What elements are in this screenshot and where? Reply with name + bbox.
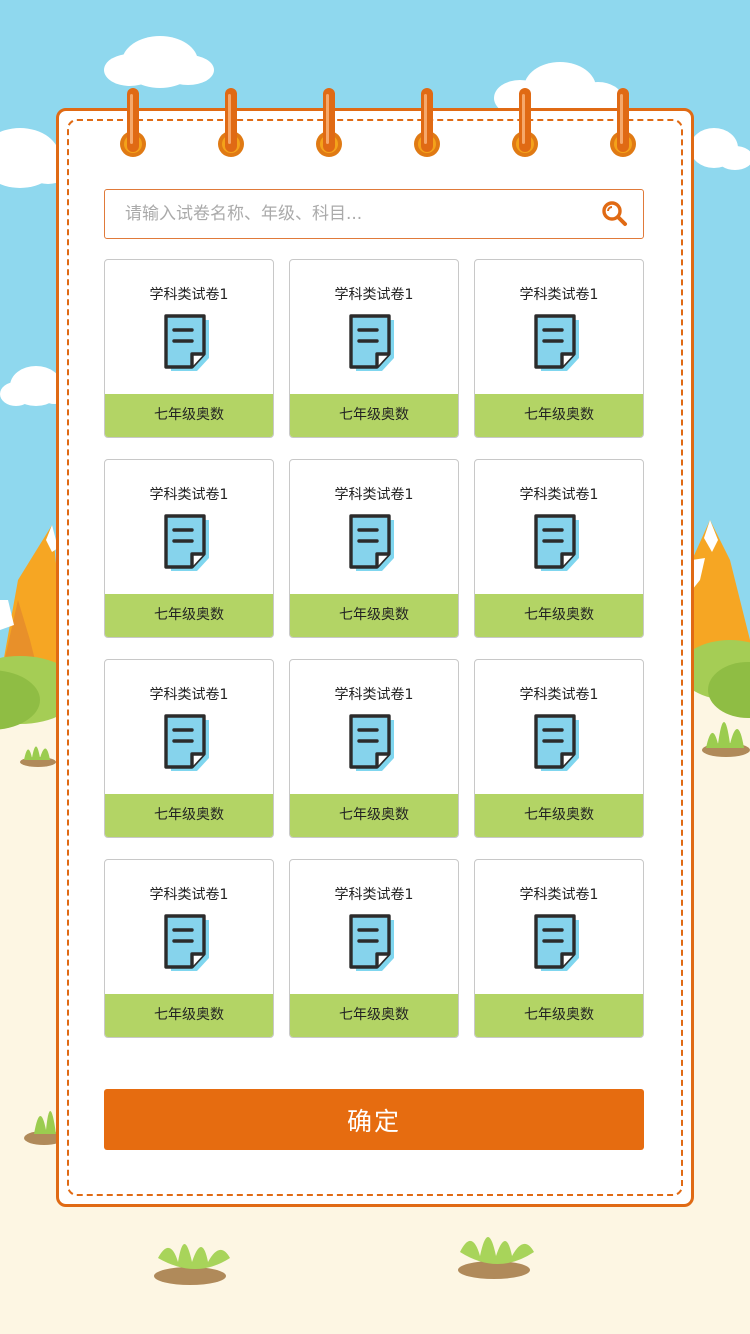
spiral-ring-icon [412, 88, 442, 162]
document-icon [534, 914, 579, 971]
paper-card[interactable]: 学科类试卷1 七年级奥数 [104, 459, 274, 638]
paper-grade: 七年级奥数 [105, 394, 273, 437]
paper-grade: 七年级奥数 [290, 994, 458, 1037]
paper-card[interactable]: 学科类试卷1 七年级奥数 [104, 259, 274, 438]
search-bar [104, 189, 644, 239]
document-icon [164, 714, 209, 771]
paper-title: 学科类试卷1 [334, 287, 414, 303]
paper-card[interactable]: 学科类试卷1 七年级奥数 [104, 859, 274, 1038]
paper-grade: 七年级奥数 [475, 994, 643, 1037]
search-icon [602, 201, 627, 226]
document-icon [164, 914, 209, 971]
paper-grade: 七年级奥数 [105, 794, 273, 837]
paper-grade: 七年级奥数 [475, 794, 643, 837]
spiral-ring-icon [510, 88, 540, 162]
spiral-ring-icon [216, 88, 246, 162]
paper-title: 学科类试卷1 [334, 887, 414, 903]
paper-grade: 七年级奥数 [290, 594, 458, 637]
document-icon [534, 714, 579, 771]
document-icon [349, 314, 394, 371]
paper-card[interactable]: 学科类试卷1 七年级奥数 [474, 859, 644, 1038]
paper-grade: 七年级奥数 [290, 394, 458, 437]
document-icon [164, 314, 209, 371]
paper-grade: 七年级奥数 [475, 594, 643, 637]
paper-grade: 七年级奥数 [105, 994, 273, 1037]
paper-title: 学科类试卷1 [334, 687, 414, 703]
paper-title: 学科类试卷1 [519, 887, 599, 903]
document-icon [349, 514, 394, 571]
paper-title: 学科类试卷1 [149, 887, 229, 903]
document-icon [164, 514, 209, 571]
paper-card[interactable]: 学科类试卷1 七年级奥数 [289, 659, 459, 838]
paper-card[interactable]: 学科类试卷1 七年级奥数 [104, 659, 274, 838]
paper-title: 学科类试卷1 [519, 687, 599, 703]
search-input[interactable] [105, 190, 587, 238]
paper-card[interactable]: 学科类试卷1 七年级奥数 [474, 259, 644, 438]
document-icon [349, 914, 394, 971]
document-icon [534, 514, 579, 571]
paper-title: 学科类试卷1 [519, 287, 599, 303]
paper-card[interactable]: 学科类试卷1 七年级奥数 [474, 459, 644, 638]
paper-title: 学科类试卷1 [334, 487, 414, 503]
search-button[interactable] [587, 190, 643, 238]
paper-grade: 七年级奥数 [290, 794, 458, 837]
spiral-ring-icon [118, 88, 148, 162]
paper-grid: 学科类试卷1 七年级奥数 学科类试卷1 七年级奥数 学科类试卷1 七年级奥数 学… [104, 259, 644, 1038]
confirm-button[interactable]: 确定 [104, 1089, 644, 1150]
document-icon [534, 314, 579, 371]
paper-title: 学科类试卷1 [149, 687, 229, 703]
paper-title: 学科类试卷1 [149, 487, 229, 503]
spiral-ring-icon [314, 88, 344, 162]
paper-title: 学科类试卷1 [149, 287, 229, 303]
paper-title: 学科类试卷1 [519, 487, 599, 503]
paper-card[interactable]: 学科类试卷1 七年级奥数 [474, 659, 644, 838]
paper-grade: 七年级奥数 [105, 594, 273, 637]
paper-card[interactable]: 学科类试卷1 七年级奥数 [289, 259, 459, 438]
paper-grade: 七年级奥数 [475, 394, 643, 437]
spiral-ring-icon [608, 88, 638, 162]
paper-card[interactable]: 学科类试卷1 七年级奥数 [289, 459, 459, 638]
paper-card[interactable]: 学科类试卷1 七年级奥数 [289, 859, 459, 1038]
document-icon [349, 714, 394, 771]
